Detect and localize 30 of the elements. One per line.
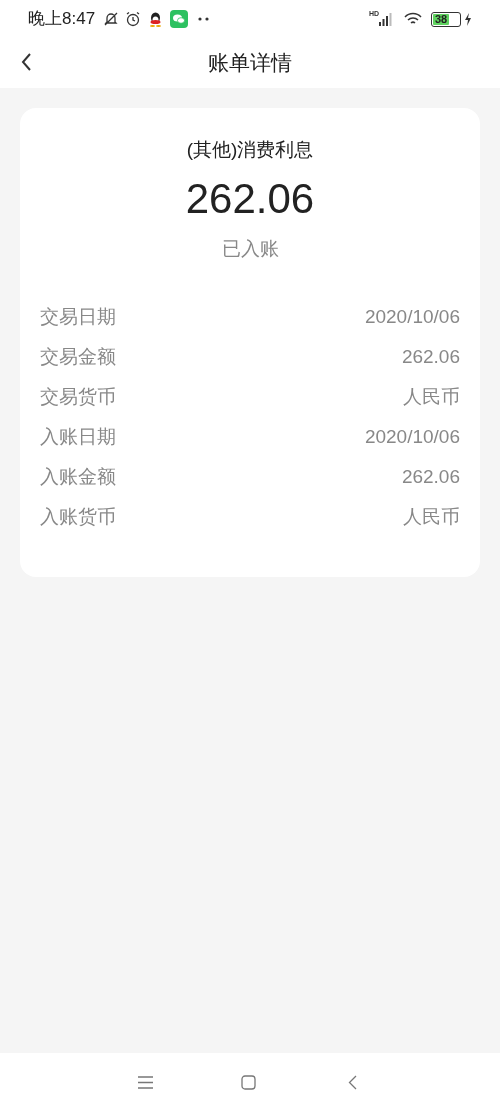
signal-icon: [379, 12, 393, 26]
alarm-clock-icon: [125, 11, 142, 27]
chat-app-icon: [170, 10, 189, 28]
bill-amount: 262.06: [184, 173, 316, 224]
menu-icon[interactable]: [138, 1075, 153, 1089]
detail-value: 人民币: [403, 504, 460, 529]
page-title: 账单详情: [208, 50, 292, 77]
detail-value: 2020/10/06: [364, 304, 460, 329]
back-icon: [20, 53, 32, 71]
detail-label: 入账金额: [40, 464, 116, 489]
detail-label: 交易货币: [40, 384, 116, 409]
status-time: 晚上8:47: [28, 8, 96, 31]
detail-value: 262.06: [401, 344, 460, 369]
detail-value: 人民币: [403, 384, 460, 409]
detail-value: 262.06: [401, 464, 460, 489]
detail-label: 入账货币: [40, 504, 116, 529]
more-icon: [198, 17, 211, 21]
home-icon[interactable]: [241, 1074, 256, 1090]
bill-status: 已入账: [220, 236, 280, 261]
penguin-icon: [149, 11, 163, 27]
charging-icon: [464, 12, 472, 26]
wifi-icon: [403, 11, 423, 27]
detail-label: 交易日期: [40, 304, 116, 329]
battery-percent: 38: [433, 13, 450, 25]
back-icon[interactable]: [348, 1074, 357, 1090]
detail-label: 交易金额: [40, 344, 116, 369]
bell-off-icon: [103, 11, 120, 27]
detail-label: 入账日期: [40, 424, 116, 449]
detail-value: 2020/10/06: [364, 424, 460, 449]
bill-type: (其他)消费利息: [185, 138, 315, 162]
